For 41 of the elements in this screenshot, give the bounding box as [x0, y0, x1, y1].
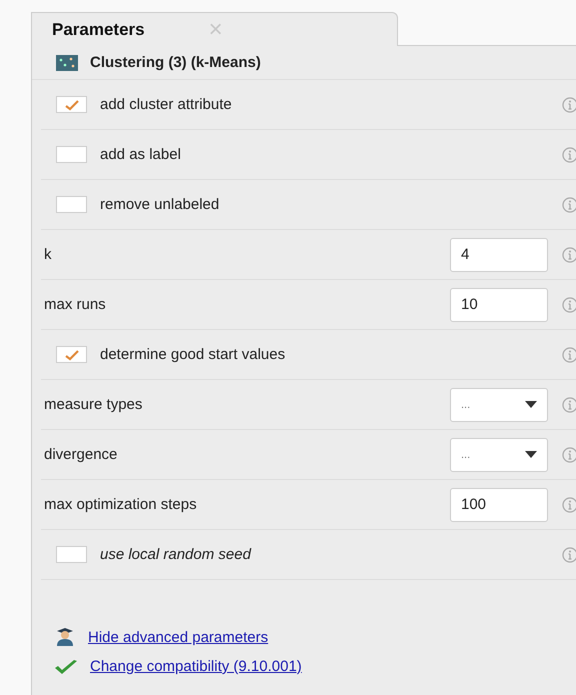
checkmark-icon — [54, 658, 78, 674]
link[interactable]: Hide advanced parameters — [88, 628, 268, 646]
panel-tab[interactable]: Parameters — [52, 20, 145, 40]
number-field[interactable]: 100 — [450, 488, 548, 522]
info-icon[interactable] — [560, 296, 576, 312]
parameter-label: determine good start values — [100, 346, 286, 363]
checkbox[interactable] — [56, 96, 87, 113]
caret-icon — [525, 450, 537, 458]
person-icon — [54, 628, 76, 646]
parameter-label: max optimization steps — [44, 496, 198, 513]
parameter-label: add cluster attribute — [100, 96, 233, 113]
parameter-label: measure types — [44, 396, 144, 413]
parameter-label: divergence — [44, 446, 118, 463]
operator-title: Clustering (3) (k-Means) — [90, 54, 261, 71]
dropdown[interactable]: ... — [450, 438, 548, 472]
parameter-label: k — [44, 246, 52, 263]
parameter-label: max runs — [44, 296, 107, 313]
dropdown[interactable]: ... — [450, 388, 548, 422]
parameter-label: remove unlabeled — [100, 196, 220, 213]
parameter-label: use local random seed — [100, 546, 252, 563]
info-icon[interactable] — [560, 546, 576, 562]
info-icon[interactable] — [560, 246, 576, 262]
checkbox[interactable] — [56, 146, 87, 163]
cluster-icon — [56, 54, 78, 70]
info-icon[interactable] — [560, 496, 576, 512]
info-icon[interactable] — [560, 146, 576, 162]
checkbox[interactable] — [56, 196, 87, 213]
number-field[interactable]: 10 — [450, 288, 548, 322]
info-icon[interactable] — [560, 346, 576, 362]
caret-icon — [525, 400, 537, 408]
number-field[interactable]: 4 — [450, 238, 548, 272]
checkmark-icon — [64, 348, 80, 360]
checkmark-icon — [64, 98, 80, 110]
info-icon[interactable] — [560, 396, 576, 412]
link[interactable]: Change compatibility (9.10.001) — [90, 658, 302, 675]
info-icon[interactable] — [560, 196, 576, 212]
info-icon[interactable] — [560, 96, 576, 112]
info-icon[interactable] — [560, 446, 576, 462]
checkbox[interactable] — [56, 346, 87, 363]
checkbox[interactable] — [56, 546, 87, 563]
parameter-label: add as label — [100, 146, 182, 163]
